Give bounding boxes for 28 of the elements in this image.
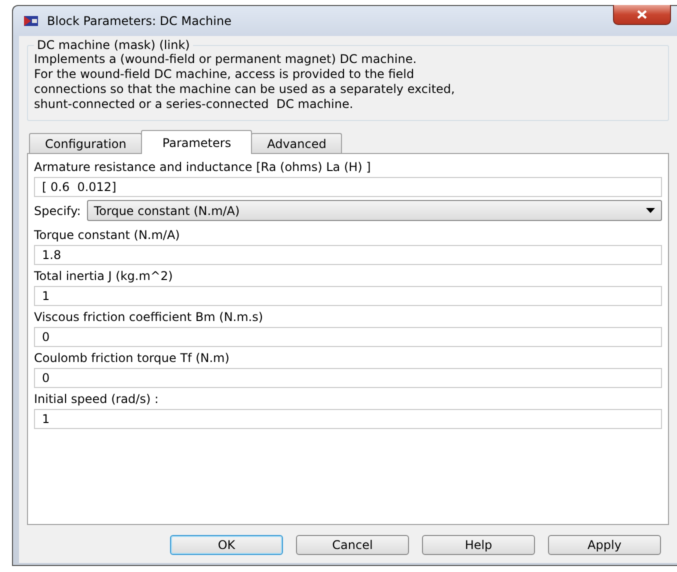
tab[interactable]: Parameters — [141, 130, 252, 154]
field-label: Viscous friction coefficient Bm (N.m.s) — [34, 309, 264, 326]
dialog-button[interactable]: Cancel — [296, 535, 409, 555]
close-button[interactable] — [613, 5, 671, 25]
field-label: Torque constant (N.m/A) — [34, 227, 181, 244]
input-field[interactable]: 1 — [34, 409, 662, 429]
field-label: Initial speed (rad/s) : — [34, 391, 160, 408]
dialog-button[interactable]: Apply — [548, 535, 661, 555]
dropdown-arrow-icon — [646, 208, 655, 213]
dialog-button[interactable]: OK — [170, 535, 283, 555]
input-field[interactable]: 0 — [34, 368, 662, 388]
input-field[interactable]: 0 — [34, 327, 662, 347]
specify-dropdown[interactable]: Torque constant (N.m/A) — [86, 200, 662, 221]
field-label: Total inertia J (kg.m^2) — [34, 268, 174, 285]
group-title: DC machine (mask) (link) — [36, 38, 191, 52]
app-icon — [24, 16, 38, 26]
description-text: Implements a (wound-field or permanent magnet) DC machine. For the wound-field DC machine, access is provided to the field connections so that the machine can be used as a separately excited, shunt-connected or a series-connected DC machine. — [34, 52, 456, 112]
input-field[interactable]: [ 0.6 0.012] — [34, 177, 662, 197]
field-label: Armature resistance and inductance [Ra (ohms) La (H) ] — [34, 159, 372, 176]
input-field[interactable]: 1 — [34, 286, 662, 306]
tab[interactable]: Advanced — [251, 133, 342, 153]
window-title: Block Parameters: DC Machine — [47, 14, 232, 28]
field-label: Specify: — [34, 204, 81, 218]
close-icon — [636, 10, 648, 19]
tab[interactable]: Configuration — [29, 133, 142, 153]
field-label: Coulomb friction torque Tf (N.m) — [34, 350, 230, 367]
input-field[interactable]: 1.8 — [34, 245, 662, 265]
dialog-button[interactable]: Help — [422, 535, 535, 555]
